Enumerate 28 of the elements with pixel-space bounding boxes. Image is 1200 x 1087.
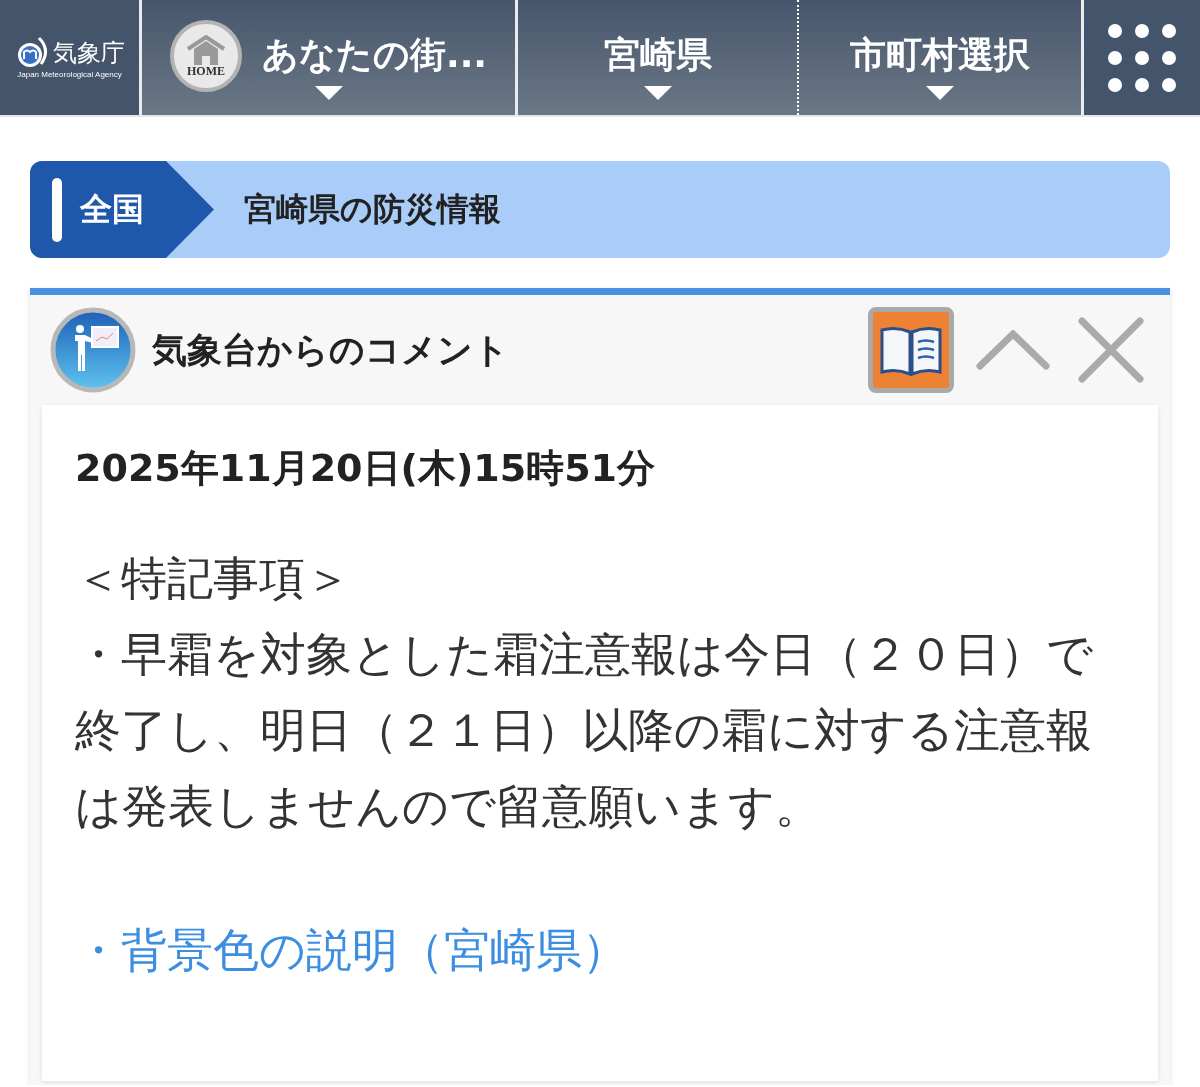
- close-icon: [1078, 317, 1144, 383]
- chevron-up-icon: [976, 330, 1050, 370]
- issued-time: 2025年11月20日(木)15時51分: [75, 445, 657, 492]
- caret-icon: [926, 85, 954, 100]
- book-icon: [878, 324, 944, 376]
- logo-link[interactable]: 気象庁 Japan Meteorological Agency: [0, 0, 139, 115]
- menu-icon: [1108, 23, 1176, 92]
- panel-title: 気象台からのコメント: [152, 328, 509, 372]
- menu-dropdown[interactable]: HOME あなたの街...: [142, 0, 515, 115]
- breadcrumb-current: 宮崎県の防災情報: [244, 188, 501, 230]
- menu-dropdown[interactable]: 市町村選択: [799, 0, 1081, 115]
- menu-button[interactable]: [1084, 0, 1200, 115]
- menu-dropdown[interactable]: 宮崎県: [518, 0, 799, 115]
- home-button[interactable]: HOME: [170, 19, 242, 92]
- caret-icon: [643, 85, 672, 100]
- caret-icon: [314, 85, 343, 100]
- menu-label: 宮崎県: [603, 33, 712, 77]
- agency-name: 気象庁: [52, 38, 125, 69]
- comment-text: ＜特記事項＞: [75, 550, 352, 607]
- manual-button[interactable]: [868, 307, 954, 393]
- home-label: HOME: [187, 64, 225, 77]
- house-icon: [186, 34, 226, 65]
- comment-text: ・早霜を対象とした霜注意報は今日（２０日）で終了し、明日（２１日）以降の霜に対する注意報は発表しませんので留意願います。: [75, 626, 1094, 835]
- menu-label: 市町村選択: [850, 33, 1030, 77]
- menu-label: あなたの街...: [262, 33, 487, 77]
- agency-subtitle: Japan Meteorological Agency: [17, 70, 122, 79]
- breadcrumb-home[interactable]: 全国: [30, 161, 214, 258]
- presenter-icon: [50, 307, 136, 393]
